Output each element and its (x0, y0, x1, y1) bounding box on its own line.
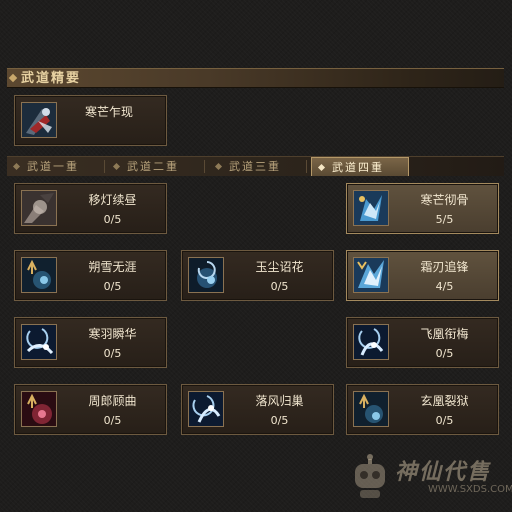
tab-label: 武道四重 (332, 161, 384, 174)
frost-moon-icon (188, 257, 224, 293)
tab-level-2[interactable]: 武道二重 (107, 157, 205, 176)
skill-name: 寒羽瞬华 (88, 327, 137, 341)
red-rune-icon (21, 391, 57, 427)
blue-rune-icon (21, 257, 57, 293)
skill-card-luofeng[interactable]: 落风归巢 0/5 (181, 384, 334, 435)
tab-separator (104, 160, 105, 173)
skill-count: 0/5 (435, 414, 454, 427)
tab-label: 武道一重 (27, 160, 79, 173)
main-skill-icon (21, 102, 57, 138)
skill-name: 霜刃追锋 (420, 260, 469, 274)
skill-count: 5/5 (435, 213, 454, 226)
skill-count: 0/5 (103, 213, 122, 226)
skill-card-shuangren[interactable]: 霜刃追锋 4/5 (346, 250, 499, 301)
main-skill-name: 寒芒乍现 (85, 105, 134, 119)
skill-name: 朔雪无涯 (88, 260, 137, 274)
tab-level-3[interactable]: 武道三重 (209, 157, 307, 176)
crescent-wave-icon (21, 324, 57, 360)
skill-card-xuanhuang[interactable]: 玄凰裂狱 0/5 (346, 384, 499, 435)
tab-label: 武道三重 (229, 160, 281, 173)
tab-separator (306, 160, 307, 173)
skill-count: 0/5 (103, 280, 122, 293)
skill-name: 落风归巢 (255, 394, 304, 408)
skill-card-hanyu[interactable]: 寒羽瞬华 0/5 (14, 317, 167, 368)
tab-label: 武道二重 (127, 160, 179, 173)
skill-card-yuchen[interactable]: 玉尘诏花 0/5 (181, 250, 334, 301)
skill-name: 周郎顾曲 (88, 394, 137, 408)
watermark: 神仙代售 WWW.SXDS.COM (350, 450, 512, 508)
robot-logo-icon (355, 454, 385, 498)
skill-name: 寒芒彻骨 (420, 193, 469, 207)
section-header: 武道精要 (7, 68, 504, 88)
skill-name: 飞凰衔梅 (420, 327, 469, 341)
skill-count: 0/5 (103, 414, 122, 427)
watermark-url: WWW.SXDS.COM (428, 484, 512, 495)
crescent-wave-icon (353, 324, 389, 360)
skill-card-feihuang[interactable]: 飞凰衔梅 0/5 (346, 317, 499, 368)
skill-count: 0/5 (103, 347, 122, 360)
crescent-wave-icon (188, 391, 224, 427)
skill-name: 移灯续昼 (88, 193, 137, 207)
skill-count: 4/5 (435, 280, 454, 293)
skill-name: 玉尘诏花 (255, 260, 304, 274)
skill-count: 0/5 (435, 347, 454, 360)
frost-burst-icon (353, 190, 389, 226)
diamond-icon (12, 162, 21, 171)
skill-card-zhoulang[interactable]: 周郎顾曲 0/5 (14, 384, 167, 435)
blue-rune-icon (353, 391, 389, 427)
sword-strike-icon (21, 190, 57, 226)
tab-separator (204, 160, 205, 173)
tab-level-1[interactable]: 武道一重 (7, 157, 105, 176)
diamond-icon (317, 163, 326, 172)
diamond-icon (214, 162, 223, 171)
skill-card-hanmang[interactable]: 寒芒彻骨 5/5 (346, 183, 499, 234)
diamond-icon (112, 162, 121, 171)
tab-bar: 武道一重 武道二重 武道三重 武道四重 (7, 156, 504, 176)
skill-count: 0/5 (270, 414, 289, 427)
skill-card-yideng[interactable]: 移灯续昼 0/5 (14, 183, 167, 234)
section-title: 武道精要 (21, 71, 82, 86)
main-skill-card[interactable]: 寒芒乍现 (14, 95, 167, 146)
skill-name: 玄凰裂狱 (420, 394, 469, 408)
diamond-icon (8, 73, 18, 83)
frost-burst-icon (353, 257, 389, 293)
skill-card-shuoxue[interactable]: 朔雪无涯 0/5 (14, 250, 167, 301)
watermark-text: 神仙代售 (395, 459, 492, 485)
tab-level-4[interactable]: 武道四重 (311, 157, 409, 176)
skill-count: 0/5 (270, 280, 289, 293)
